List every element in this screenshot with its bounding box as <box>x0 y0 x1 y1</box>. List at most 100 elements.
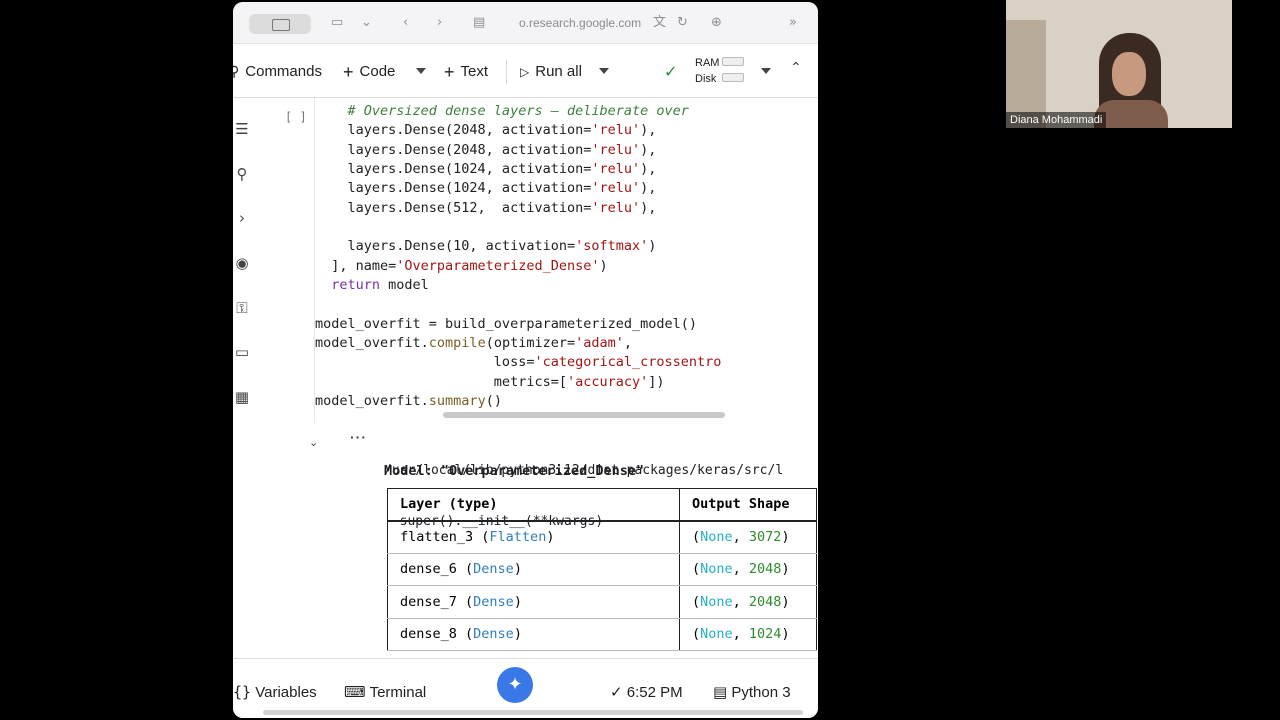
code-line: model_overfit = build_overparameterized_… <box>315 315 698 332</box>
page-settings-icon[interactable]: ▤ <box>473 14 485 32</box>
sidebar-toggle-icon[interactable]: ▭ <box>331 14 343 32</box>
code-line: model_overfit.summary() <box>315 393 502 410</box>
disk-label: Disk <box>695 73 717 85</box>
add-code-button[interactable]: + Code <box>343 61 395 83</box>
code-line: model_overfit.compile(optimizer='adam', <box>315 335 633 352</box>
code-line: layers.Dense(10, activation='softmax') <box>315 238 657 255</box>
commands-label: Commands <box>245 63 322 80</box>
code-line: layers.Dense(2048, activation='relu'), <box>315 141 657 158</box>
column-header: Output Shape <box>679 488 817 522</box>
shape-units: 2048 <box>748 593 782 610</box>
variables-label: Variables <box>255 684 317 701</box>
layer-cell: dense_6 (Dense) <box>387 553 680 586</box>
output-menu-icon[interactable]: ··· <box>350 429 367 445</box>
table-of-contents-icon[interactable]: ☰ <box>233 120 251 138</box>
layer-name: flatten_3 <box>400 529 474 545</box>
commands-button[interactable]: ⚲ Commands <box>233 61 322 83</box>
layer-cell: flatten_3 (Flatten) <box>387 520 680 554</box>
play-icon: ▷ <box>520 65 530 79</box>
execution-status[interactable]: ✓ 6:52 PM <box>610 683 683 702</box>
participant-video <box>1112 52 1146 96</box>
code-dropdown-caret-icon[interactable] <box>416 68 426 74</box>
status-bar: {} Variables ⌨ Terminal ✦ ✓ 6:52 PM ▤ Py… <box>233 658 818 718</box>
reload-icon[interactable]: ↻ <box>677 14 688 32</box>
runtime-icon: ▤ <box>713 683 728 701</box>
collapse-header-icon[interactable]: ⌃ <box>790 60 802 76</box>
plus-icon: + <box>343 62 354 82</box>
execution-count: [ ] <box>285 110 307 124</box>
code-line: metrics=['accuracy']) <box>315 373 665 390</box>
shape-batch-dim: None <box>700 529 733 545</box>
runtime-indicator[interactable]: ▤ Python 3 <box>713 683 791 702</box>
runtime-label: Python 3 <box>731 684 791 701</box>
run-all-button[interactable]: ▷ Run all <box>520 61 582 83</box>
more-tabs-icon[interactable]: » <box>789 14 797 32</box>
shape-batch-dim: None <box>700 561 733 578</box>
key-icon[interactable]: ⚿ <box>233 299 251 317</box>
browser-chrome: ▭ ⌄ ‹ › ▤ o.research.google.com 文 ↻ ⊕ » <box>233 2 818 44</box>
forward-icon[interactable]: › <box>437 14 442 32</box>
table-row: dense_8 (Dense) (None, 1024) <box>387 618 817 651</box>
resource-monitor[interactable]: RAM Disk <box>695 55 719 87</box>
notebook-area: [ ] # Oversized dense layers — deliberat… <box>257 98 818 658</box>
code-line: layers.Dense(1024, activation='relu'), <box>315 180 657 197</box>
ram-usage-bar <box>722 57 744 66</box>
code-snippets-icon[interactable]: › <box>233 209 251 227</box>
model-summary-table: Layer (type) Output Shape flatten_3 (Fla… <box>387 488 817 651</box>
check-icon: ✓ <box>610 683 623 701</box>
table-row: dense_6 (Dense) (None, 2048) <box>387 553 817 586</box>
layer-name: dense_6 <box>400 561 457 578</box>
run-all-dropdown-caret-icon[interactable] <box>599 68 609 74</box>
cell-gutter: [ ] <box>257 98 314 658</box>
gemini-button[interactable]: ✦ <box>497 667 533 703</box>
terminal-icon: ⌨ <box>344 683 366 701</box>
code-line: return model <box>331 277 429 294</box>
output-shape-cell: (None, 2048) <box>679 553 817 586</box>
code-line: # Oversized dense layers — deliberate ov… <box>315 103 689 119</box>
table-row: flatten_3 (Flatten) (None, 3072) <box>387 520 817 554</box>
variables-icon: {} <box>233 683 252 701</box>
collapse-output-icon[interactable]: ⌄ <box>309 436 321 449</box>
shape-units: 2048 <box>748 561 782 578</box>
code-line: layers.Dense(1024, activation='relu'), <box>315 161 657 178</box>
data-table-icon[interactable]: ▦ <box>233 388 251 406</box>
back-icon[interactable]: ‹ <box>403 14 408 32</box>
webcam-feed: Diana Mohammadi <box>1006 0 1232 128</box>
screen: ▭ ⌄ ‹ › ▤ o.research.google.com 文 ↻ ⊕ » … <box>0 0 1280 720</box>
address-bar[interactable]: o.research.google.com <box>519 16 641 30</box>
connected-check-icon: ✓ <box>664 62 678 81</box>
translate-icon[interactable]: 文 <box>653 14 666 32</box>
code-cell[interactable]: # Oversized dense layers — deliberate ov… <box>314 98 818 422</box>
secrets-icon[interactable]: ◉ <box>233 254 251 272</box>
output-shape-cell: (None, 3072) <box>679 520 817 554</box>
execution-time: 6:52 PM <box>626 684 683 701</box>
code-line: layers.Dense(2048, activation='relu'), <box>315 122 657 139</box>
search-icon[interactable]: ⚲ <box>233 165 251 183</box>
variables-button[interactable]: {} Variables <box>233 683 317 702</box>
disk-usage-bar <box>722 73 744 82</box>
model-title: Model: "Overparameterized_Dense" <box>384 463 645 479</box>
shape-units: 3072 <box>748 529 782 545</box>
add-text-button[interactable]: + Text <box>444 61 488 83</box>
tab-overview-button[interactable] <box>249 14 311 34</box>
run-all-label: Run all <box>535 63 582 80</box>
table-row: dense_7 (Dense) (None, 2048) <box>387 585 817 619</box>
shape-units: 1024 <box>748 626 782 643</box>
code-editor[interactable]: # Oversized dense layers — deliberate ov… <box>315 102 721 412</box>
layer-name: dense_8 <box>400 626 457 643</box>
download-icon[interactable]: ⊕ <box>711 14 722 32</box>
runtime-dropdown-caret-icon[interactable] <box>761 68 771 74</box>
horizontal-scrollbar[interactable] <box>443 412 725 418</box>
chevron-down-icon[interactable]: ⌄ <box>361 14 372 32</box>
terminal-button[interactable]: ⌨ Terminal <box>344 683 426 702</box>
folder-icon[interactable]: ▭ <box>233 343 251 361</box>
browser-window: ▭ ⌄ ‹ › ▤ o.research.google.com 文 ↻ ⊕ » … <box>233 2 818 718</box>
layer-type: Dense <box>473 593 514 610</box>
left-sidebar: ☰ ⚲ › ◉ ⚿ ▭ ▦ <box>233 98 257 658</box>
code-label: Code <box>359 63 396 80</box>
code-line: ], name='Overparameterized_Dense') <box>315 257 608 274</box>
layer-type: Flatten <box>489 529 547 545</box>
plus-icon: + <box>444 62 455 82</box>
page-horizontal-scrollbar[interactable] <box>263 710 803 715</box>
